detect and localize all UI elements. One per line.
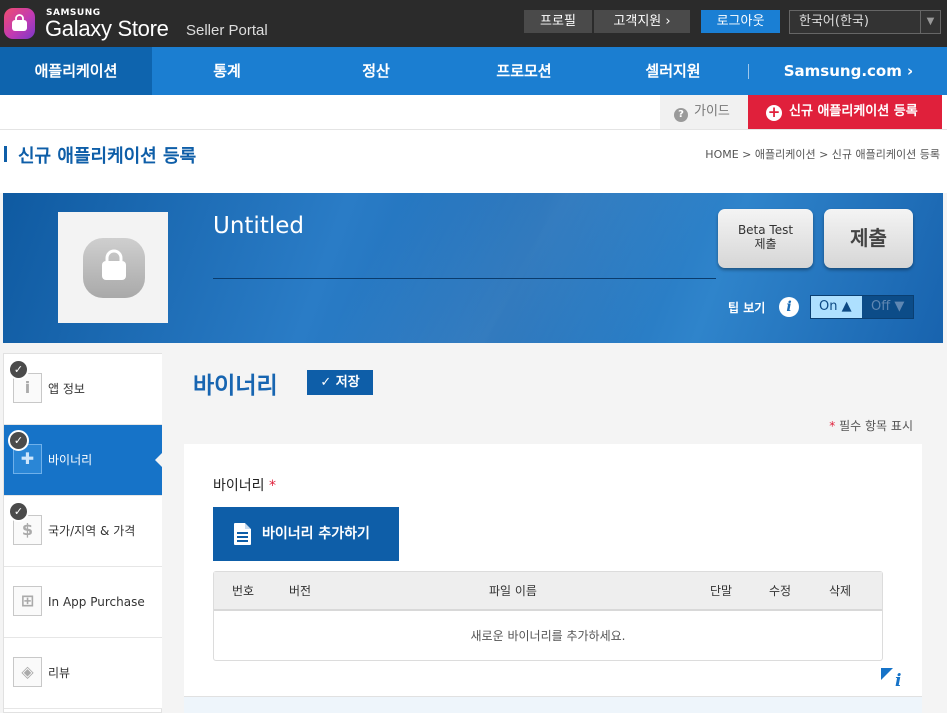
tip-toggle[interactable]: On ▲ Off ▼ — [810, 295, 914, 319]
nav-seller-support[interactable]: 셀러지원 — [598, 47, 748, 95]
app-icon-upload[interactable] — [58, 212, 168, 323]
page-title: 신규 애플리케이션 등록 — [18, 146, 197, 167]
tip-panel-strip — [184, 696, 922, 713]
galaxy-store-logo-icon[interactable] — [4, 8, 35, 39]
page-header: 신규 애플리케이션 등록 HOME > 애플리케이션 > 신규 애플리케이션 등… — [0, 130, 947, 193]
active-pointer — [155, 452, 163, 468]
support-button[interactable]: 고객지원 › — [594, 10, 690, 33]
title-accent-bar — [4, 146, 7, 162]
table-header: 번호 버전 파일 이름 단말 수정 삭제 — [214, 572, 882, 611]
col-device: 단말 — [710, 584, 733, 598]
review-icon: ◈ — [13, 657, 42, 687]
beta-test-submit-button[interactable]: Beta Test 제출 — [718, 209, 813, 268]
seller-portal-label: Seller Portal — [186, 22, 268, 39]
add-binary-label: 바이너리 추가하기 — [262, 526, 370, 542]
save-button[interactable]: ✓ 저장 — [307, 370, 373, 395]
col-edit: 수정 — [769, 584, 792, 598]
breadcrumb: HOME > 애플리케이션 > 신규 애플리케이션 등록 — [705, 148, 940, 161]
shopping-bag-icon — [102, 249, 126, 280]
language-value: 한국어(한국) — [799, 14, 869, 29]
app-banner: Untitled Beta Test 제출 제출 팁 보기 i On ▲ Off… — [3, 193, 943, 343]
binary-table: 번호 버전 파일 이름 단말 수정 삭제 새로운 바이너리를 추가하세요. — [213, 571, 883, 661]
info-icon[interactable]: i — [779, 297, 799, 317]
check-icon: ✓ — [8, 501, 29, 522]
col-delete: 삭제 — [829, 584, 852, 598]
sidebar-item-label: 리뷰 — [48, 666, 71, 680]
document-icon — [234, 523, 251, 545]
info-icon: i — [895, 671, 902, 691]
language-select[interactable]: 한국어(한국) ▼ — [789, 10, 941, 34]
nav-statistics[interactable]: 통계 — [152, 47, 302, 95]
corner-triangle — [881, 668, 893, 680]
beta-line-2: 제출 — [754, 237, 777, 251]
sidebar-item-label: In App Purchase — [48, 595, 145, 609]
nav-applications[interactable]: 애플리케이션 — [0, 47, 152, 95]
sidebar-item-review[interactable]: ◈ 리뷰 — [4, 638, 162, 709]
question-icon: ? — [674, 108, 688, 122]
tip-off-option[interactable]: Off ▼ — [863, 296, 914, 318]
new-app-register-button[interactable]: + 신규 애플리케이션 등록 — [748, 95, 942, 129]
sidebar-item-binary[interactable]: ✚ ✓ 바이너리 — [4, 425, 163, 496]
add-binary-button[interactable]: 바이너리 추가하기 — [213, 507, 399, 561]
required-note: * 필수 항목 표시 — [829, 419, 913, 433]
logout-button[interactable]: 로그아웃 — [701, 10, 780, 33]
app-title[interactable]: Untitled — [213, 213, 304, 239]
guide-label: 가이드 — [694, 104, 730, 119]
tip-label: 팁 보기 — [728, 301, 766, 315]
profile-button[interactable]: 프로필 — [524, 10, 593, 33]
sidebar-item-app-info[interactable]: i ✓ 앱 정보 — [4, 354, 162, 425]
check-icon: ✓ — [8, 359, 29, 380]
sidebar-item-label: 앱 정보 — [48, 382, 85, 396]
top-bar: SAMSUNG Galaxy Store Seller Portal 프로필 고… — [0, 0, 947, 47]
section-title: 바이너리 — [193, 373, 278, 399]
col-filename: 파일 이름 — [489, 584, 537, 598]
shopping-bag-icon — [12, 14, 27, 31]
sidebar-item-label: 국가/지역 & 가격 — [48, 524, 136, 538]
tip-on-option[interactable]: On ▲ — [811, 296, 862, 318]
col-number: 번호 — [232, 584, 255, 598]
nav-samsung-com[interactable]: Samsung.com › — [750, 47, 947, 95]
new-app-label: 신규 애플리케이션 등록 — [789, 104, 918, 119]
sub-bar: ? 가이드 + 신규 애플리케이션 등록 — [0, 95, 947, 130]
step-sidebar: i ✓ 앱 정보 ✚ ✓ 바이너리 $ ✓ 국가/지역 & 가격 ⊞ In Ap… — [3, 353, 163, 713]
title-underline — [213, 278, 716, 279]
chevron-down-icon: ▼ — [920, 11, 940, 33]
col-version: 버전 — [289, 584, 312, 598]
iap-icon: ⊞ — [13, 586, 42, 616]
galaxy-store-title[interactable]: Galaxy Store — [45, 16, 169, 42]
nav-settlement[interactable]: 정산 — [302, 47, 450, 95]
guide-button[interactable]: ? 가이드 — [660, 95, 748, 129]
plus-circle-icon: + — [766, 103, 782, 121]
tip-corner[interactable]: i — [881, 668, 922, 696]
app-placeholder-icon — [83, 238, 145, 298]
sidebar-item-label: 바이너리 — [48, 453, 93, 467]
beta-line-1: Beta Test — [737, 223, 794, 237]
sidebar-item-in-app-purchase[interactable]: ⊞ In App Purchase — [4, 567, 162, 638]
nav-promotion[interactable]: 프로모션 — [450, 47, 598, 95]
empty-table-message: 새로운 바이너리를 추가하세요. — [470, 629, 626, 643]
check-icon: ✓ — [8, 430, 29, 451]
binary-field-label: 바이너리 * — [213, 478, 276, 494]
submit-button[interactable]: 제출 — [824, 209, 913, 268]
main-nav: 애플리케이션 통계 정산 프로모션 셀러지원 Samsung.com › — [0, 47, 947, 95]
sidebar-item-country-price[interactable]: $ ✓ 국가/지역 & 가격 — [4, 496, 162, 567]
nav-divider — [748, 64, 749, 79]
